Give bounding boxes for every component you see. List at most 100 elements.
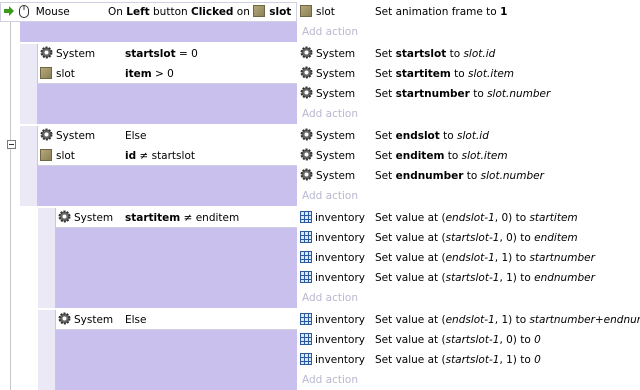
condition-row[interactable]: System bbox=[40, 44, 95, 64]
condition-row[interactable]: System bbox=[58, 208, 113, 228]
condition-area bbox=[56, 228, 297, 308]
event-indent bbox=[20, 126, 38, 206]
add-action-link[interactable]: Add action bbox=[302, 104, 358, 124]
action-mid: to bbox=[444, 150, 462, 162]
add-action-link[interactable]: Add action bbox=[302, 22, 358, 42]
condition-text: startslot = 0 bbox=[125, 44, 198, 64]
action-row[interactable]: inventory Set value at (startslot-1, 0) … bbox=[300, 330, 640, 350]
action-text: Set animation frame to 1 bbox=[375, 2, 507, 22]
add-action-link[interactable]: Add action bbox=[302, 370, 358, 390]
condition-text: startitem ≠ enditem bbox=[125, 208, 239, 228]
action-mid: to bbox=[439, 130, 458, 142]
condition-row[interactable]: slot bbox=[40, 64, 75, 84]
mouse-icon bbox=[19, 5, 30, 18]
action-value: 1 bbox=[500, 6, 508, 18]
action-object: System bbox=[316, 150, 356, 162]
condition-text: id ≠ startslot bbox=[125, 146, 195, 166]
condition-text: Else bbox=[125, 314, 147, 326]
condition-rest: > 0 bbox=[151, 68, 174, 80]
action-italic: endnumber bbox=[534, 272, 595, 284]
action-row[interactable]: inventory Set value at (endslot-1, 1) to… bbox=[300, 248, 640, 268]
trigger-condition-text: On Left button Clicked on slot bbox=[108, 2, 291, 22]
condition-row[interactable]: System bbox=[40, 126, 95, 146]
action-row[interactable]: System Set endslot to slot.id bbox=[300, 126, 640, 146]
action-pre: Set value at ( bbox=[375, 212, 446, 224]
subevent-indent bbox=[38, 310, 56, 390]
action-mid: , 1) to bbox=[494, 314, 530, 326]
action-pre: Set value at ( bbox=[375, 314, 446, 326]
action-object: inventory bbox=[315, 334, 365, 346]
action-row[interactable]: System Set startslot to slot.id bbox=[300, 44, 640, 64]
condition-object: System bbox=[74, 314, 114, 326]
action-row[interactable]: slot Set animation frame to 1 bbox=[300, 2, 640, 22]
action-mid: , 0) to bbox=[499, 232, 535, 244]
action-object: inventory bbox=[315, 232, 365, 244]
trigger-condition-row[interactable]: Mouse bbox=[4, 2, 70, 22]
action-row[interactable]: System Set endnumber to slot.number bbox=[300, 166, 640, 186]
gear-icon bbox=[300, 66, 313, 79]
condition-text: button bbox=[149, 6, 191, 18]
array-grid-icon bbox=[300, 313, 312, 325]
condition-row[interactable]: System bbox=[58, 310, 113, 330]
action-italic: startnumber+endnumber bbox=[529, 314, 640, 326]
action-pre: Set bbox=[375, 130, 396, 142]
action-italic: startslot-1 bbox=[445, 354, 500, 366]
action-italic: startitem bbox=[529, 212, 578, 224]
condition-area bbox=[20, 22, 297, 42]
action-row[interactable]: inventory Set value at (startslot-1, 1) … bbox=[300, 350, 640, 370]
action-row[interactable]: inventory Set value at (endslot-1, 1) to… bbox=[300, 310, 640, 330]
action-italic: slot.number bbox=[487, 88, 551, 100]
array-grid-icon bbox=[300, 271, 312, 283]
action-row[interactable]: inventory Set value at (endslot-1, 0) to… bbox=[300, 208, 640, 228]
action-object: System bbox=[316, 48, 356, 60]
slot-sprite-icon bbox=[40, 67, 52, 79]
action-italic: endslot-1 bbox=[445, 314, 495, 326]
action-text: Set endnumber to slot.number bbox=[375, 166, 544, 186]
action-object: inventory bbox=[315, 354, 365, 366]
action-italic: endslot-1 bbox=[445, 212, 495, 224]
action-bold: endslot bbox=[395, 130, 440, 142]
action-pre: Set value at ( bbox=[375, 252, 446, 264]
action-object: inventory bbox=[315, 252, 365, 264]
action-bold: startslot bbox=[395, 48, 447, 60]
condition-text: item > 0 bbox=[125, 64, 174, 84]
event-indent bbox=[20, 44, 38, 124]
condition-bold: Left bbox=[126, 6, 150, 18]
array-grid-icon bbox=[300, 211, 312, 223]
tree-line bbox=[10, 22, 11, 390]
action-object: inventory bbox=[315, 272, 365, 284]
action-italic: startnumber bbox=[529, 252, 595, 264]
gear-icon bbox=[300, 148, 313, 161]
condition-object: slot bbox=[56, 150, 75, 162]
condition-rest: ≠ startslot bbox=[136, 150, 195, 162]
slot-sprite-icon bbox=[253, 5, 266, 17]
action-row[interactable]: System Set startitem to slot.item bbox=[300, 64, 640, 84]
add-action-link[interactable]: Add action bbox=[302, 186, 358, 206]
condition-bold: startitem bbox=[125, 212, 181, 224]
gear-icon bbox=[300, 46, 313, 59]
action-text: Set value at (startslot-1, 0) to 0 bbox=[375, 330, 541, 350]
action-text: Set value at (startslot-1, 1) to endnumb… bbox=[375, 268, 595, 288]
action-row[interactable]: System Set startnumber to slot.number bbox=[300, 84, 640, 104]
action-italic: slot.id bbox=[463, 48, 496, 60]
condition-area bbox=[56, 330, 297, 390]
action-object: System bbox=[316, 170, 356, 182]
action-italic: slot.number bbox=[480, 170, 544, 182]
action-mid: , 1) to bbox=[494, 252, 530, 264]
action-row[interactable]: System Set enditem to slot.item bbox=[300, 146, 640, 166]
action-row[interactable]: inventory Set value at (startslot-1, 1) … bbox=[300, 268, 640, 288]
add-action-link[interactable]: Add action bbox=[302, 288, 358, 308]
action-row[interactable]: inventory Set value at (startslot-1, 0) … bbox=[300, 228, 640, 248]
condition-rest: ≠ enditem bbox=[180, 212, 240, 224]
array-grid-icon bbox=[300, 231, 312, 243]
collapse-toggle[interactable] bbox=[7, 140, 16, 149]
action-italic: endslot-1 bbox=[445, 252, 495, 264]
action-mid: , 1) to bbox=[499, 354, 535, 366]
action-text: Set value at (startslot-1, 1) to 0 bbox=[375, 350, 541, 370]
action-mid: to bbox=[469, 88, 488, 100]
condition-bold: startslot bbox=[125, 48, 176, 60]
condition-row[interactable]: slot bbox=[40, 146, 75, 166]
action-pre: Set value at ( bbox=[375, 354, 446, 366]
action-text: Set enditem to slot.item bbox=[375, 146, 508, 166]
condition-area bbox=[38, 166, 297, 206]
